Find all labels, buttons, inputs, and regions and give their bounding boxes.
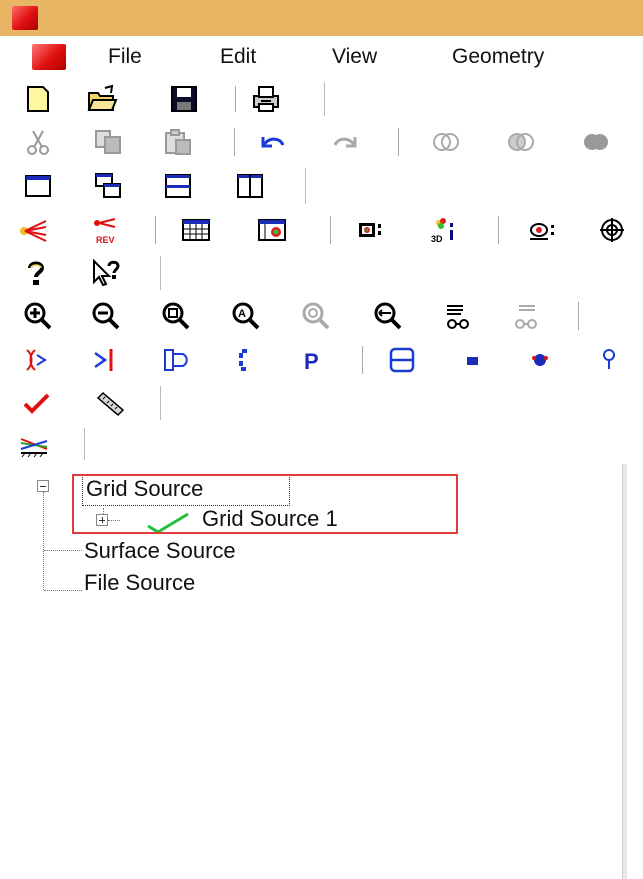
ray-source-icon[interactable] [18,214,50,246]
zoom-out-icon[interactable] [90,300,122,332]
toolbar-raytrace [0,424,643,465]
raster-chart-icon[interactable] [356,214,388,246]
cut-icon[interactable] [22,126,54,158]
undo-icon[interactable] [256,126,288,158]
tile-horizontal-icon[interactable] [162,170,194,202]
copy-icon[interactable] [92,126,124,158]
3d-plot-icon[interactable]: 3D [428,214,460,246]
ray-trace-icon[interactable] [18,428,50,460]
lens-element-icon[interactable] [160,344,192,376]
sphere-object-icon[interactable] [524,344,556,376]
toolbar-window [0,164,643,209]
title-bar [0,0,643,36]
boolean-subtract-icon[interactable] [580,126,612,158]
boolean-intersect-icon[interactable] [505,126,537,158]
grid-table-icon[interactable] [180,214,212,246]
window-menu-icon[interactable] [32,44,66,70]
save-icon[interactable] [168,83,200,115]
toolbar-tools [0,382,643,425]
svg-text:A: A [238,308,246,320]
open-folder-icon[interactable] [86,83,118,115]
tile-vertical-icon[interactable] [234,170,266,202]
zoom-window-icon[interactable] [160,300,192,332]
app-logo-icon [12,6,38,30]
check-icon[interactable] [20,387,52,419]
aperture-icon[interactable] [228,344,260,376]
toolbar-analysis: REV 3D [0,208,643,253]
boolean-union-icon[interactable] [430,126,462,158]
toolbar-edit [0,120,643,165]
paste-icon[interactable] [162,126,194,158]
source-object-icon[interactable] [596,344,628,376]
window-single-icon[interactable] [22,170,54,202]
svg-text:P: P [304,349,319,374]
zoom-previous-icon[interactable] [300,300,332,332]
context-help-icon[interactable] [90,257,122,289]
svg-text:3D: 3D [431,234,443,244]
source-view-icon[interactable] [526,214,558,246]
selection-outline [72,474,458,534]
new-file-icon[interactable] [22,83,54,115]
mirror-icon[interactable] [90,344,122,376]
toolbar-file [0,78,643,121]
block-icon[interactable] [456,344,488,376]
zoom-pan-icon[interactable] [372,300,404,332]
view-glasses-disabled-icon[interactable] [510,300,542,332]
toolbar-geometry: P [0,338,643,383]
tree-item-file-source[interactable]: File Source [84,570,195,596]
detector-icon[interactable] [386,344,418,376]
menu-edit[interactable]: Edit [220,45,256,69]
collapse-toggle[interactable] [37,480,49,492]
ruler-icon[interactable] [94,387,126,419]
rev-trace-icon[interactable]: REV [88,214,120,246]
toolbar-zoom: A [0,294,643,339]
menu-bar: File Edit View Geometry [0,36,643,78]
target-icon[interactable] [596,214,628,246]
irradiance-map-icon[interactable] [256,214,288,246]
zoom-all-icon[interactable]: A [230,300,262,332]
window-cascade-icon[interactable] [92,170,124,202]
menu-geometry[interactable]: Geometry [452,45,544,69]
tree-scrollbar[interactable] [622,464,627,879]
menu-file[interactable]: File [108,45,142,69]
plane-icon[interactable]: P [296,344,328,376]
redo-icon[interactable] [330,126,362,158]
print-icon[interactable] [250,83,282,115]
help-icon[interactable] [20,257,52,289]
lens-icon[interactable] [20,344,52,376]
toolbar-help [0,252,643,295]
menu-view[interactable]: View [332,45,377,69]
view-glasses-icon[interactable] [442,300,474,332]
zoom-in-icon[interactable] [22,300,54,332]
svg-text:REV: REV [96,235,115,245]
tree-item-surface-source[interactable]: Surface Source [84,538,236,564]
